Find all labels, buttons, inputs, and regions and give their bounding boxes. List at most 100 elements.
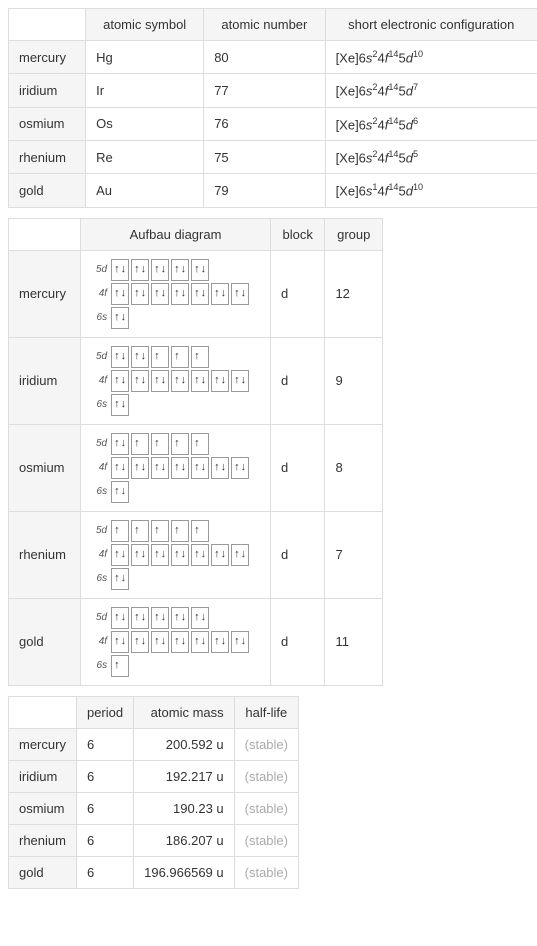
orbital-box: ↑↓ <box>191 259 209 281</box>
atomic-symbol: Au <box>86 174 204 207</box>
element-name: osmium <box>9 424 81 511</box>
half-life: (stable) <box>234 728 298 760</box>
element-name: mercury <box>9 41 86 74</box>
subshell-label: 5d <box>89 351 107 362</box>
table-header-row: atomic symbol atomic number short electr… <box>9 9 537 41</box>
group: 7 <box>325 511 383 598</box>
orbital-box: ↑ <box>111 520 129 542</box>
table-row: iridium5d↑↓↑↓↑↑↑4f↑↓↑↓↑↓↑↓↑↓↑↓↑↓6s↑↓d9 <box>9 337 383 424</box>
half-life: (stable) <box>234 792 298 824</box>
aufbau-subshell-row: 5d↑↓↑↓↑↓↑↓↑↓ <box>89 607 262 629</box>
period: 6 <box>76 856 133 888</box>
subshell-label: 6s <box>89 573 107 584</box>
orbital-box: ↑↓ <box>171 259 189 281</box>
orbital-box: ↑↓ <box>111 433 129 455</box>
aufbau-subshell-row: 4f↑↓↑↓↑↓↑↓↑↓↑↓↑↓ <box>89 370 262 392</box>
atomic-symbol: Os <box>86 107 204 140</box>
orbital-box: ↑↓ <box>111 259 129 281</box>
element-name: iridium <box>9 337 81 424</box>
orbital-box: ↑↓ <box>151 370 169 392</box>
atomic-symbol: Hg <box>86 41 204 74</box>
electron-config: [Xe]6s24f145d7 <box>325 74 537 107</box>
atomic-mass: 190.23 u <box>134 792 235 824</box>
block: d <box>270 511 324 598</box>
element-name: rhenium <box>9 511 81 598</box>
orbital-box: ↑↓ <box>131 259 149 281</box>
aufbau-diagram: 5d↑↓↑↓↑↑↑4f↑↓↑↓↑↓↑↓↑↓↑↓↑↓6s↑↓ <box>81 337 271 424</box>
orbital-box: ↑↓ <box>191 457 209 479</box>
element-name: osmium <box>9 107 86 140</box>
header-group: group <box>325 218 383 250</box>
group: 11 <box>325 598 383 685</box>
orbital-box: ↑↓ <box>151 607 169 629</box>
block: d <box>270 337 324 424</box>
subshell-label: 6s <box>89 660 107 671</box>
orbital-box: ↑ <box>171 520 189 542</box>
orbital-box: ↑↓ <box>211 631 229 653</box>
orbital-box: ↑↓ <box>131 607 149 629</box>
atomic-symbol: Re <box>86 140 204 173</box>
orbital-box: ↑↓ <box>151 457 169 479</box>
orbital-box: ↑ <box>151 520 169 542</box>
half-life: (stable) <box>234 824 298 856</box>
electron-config: [Xe]6s14f145d10 <box>325 174 537 207</box>
header-number: atomic number <box>204 9 325 41</box>
orbital-box: ↑ <box>191 520 209 542</box>
orbital-box: ↑↓ <box>131 346 149 368</box>
aufbau-subshell-row: 6s↑↓ <box>89 307 262 329</box>
table-row: gold6196.966569 u(stable) <box>9 856 299 888</box>
orbital-box: ↑ <box>171 433 189 455</box>
element-name: mercury <box>9 250 81 337</box>
orbital-box: ↑↓ <box>131 457 149 479</box>
orbital-box: ↑↓ <box>231 283 249 305</box>
orbital-box: ↑↓ <box>191 370 209 392</box>
atomic-properties-table: atomic symbol atomic number short electr… <box>8 8 537 208</box>
orbital-box: ↑ <box>131 433 149 455</box>
element-name: osmium <box>9 792 77 824</box>
table-row: osmiumOs76[Xe]6s24f145d6 <box>9 107 537 140</box>
orbital-box: ↑↓ <box>231 370 249 392</box>
aufbau-subshell-row: 5d↑↑↑↑↑ <box>89 520 262 542</box>
aufbau-subshell-row: 5d↑↓↑↓↑↑↑ <box>89 346 262 368</box>
header-empty <box>9 218 81 250</box>
element-name: rhenium <box>9 824 77 856</box>
electron-config: [Xe]6s24f145d5 <box>325 140 537 173</box>
element-name: gold <box>9 856 77 888</box>
table-row: rheniumRe75[Xe]6s24f145d5 <box>9 140 537 173</box>
subshell-label: 4f <box>89 636 107 647</box>
table-header-row: Aufbau diagram block group <box>9 218 383 250</box>
orbital-box: ↑↓ <box>111 544 129 566</box>
orbital-box: ↑↓ <box>191 283 209 305</box>
aufbau-subshell-row: 4f↑↓↑↓↑↓↑↓↑↓↑↓↑↓ <box>89 631 262 653</box>
orbital-box: ↑↓ <box>131 370 149 392</box>
group: 8 <box>325 424 383 511</box>
orbital-box: ↑↓ <box>171 370 189 392</box>
orbital-box: ↑↓ <box>131 631 149 653</box>
header-symbol: atomic symbol <box>86 9 204 41</box>
aufbau-subshell-row: 4f↑↓↑↓↑↓↑↓↑↓↑↓↑↓ <box>89 283 262 305</box>
orbital-box: ↑↓ <box>211 370 229 392</box>
orbital-box: ↑↓ <box>231 457 249 479</box>
orbital-box: ↑ <box>131 520 149 542</box>
element-name: gold <box>9 598 81 685</box>
atomic-number: 79 <box>204 174 325 207</box>
atomic-mass: 192.217 u <box>134 760 235 792</box>
header-empty <box>9 696 77 728</box>
group: 12 <box>325 250 383 337</box>
subshell-label: 6s <box>89 486 107 497</box>
orbital-box: ↑↓ <box>211 283 229 305</box>
table-row: iridium6192.217 u(stable) <box>9 760 299 792</box>
aufbau-subshell-row: 6s↑↓ <box>89 394 262 416</box>
table-row: osmium5d↑↓↑↑↑↑4f↑↓↑↓↑↓↑↓↑↓↑↓↑↓6s↑↓d8 <box>9 424 383 511</box>
orbital-box: ↑↓ <box>111 307 129 329</box>
aufbau-subshell-row: 5d↑↓↑↑↑↑ <box>89 433 262 455</box>
orbital-box: ↑ <box>191 346 209 368</box>
orbital-box: ↑↓ <box>151 544 169 566</box>
subshell-label: 5d <box>89 612 107 623</box>
orbital-box: ↑↓ <box>131 283 149 305</box>
subshell-label: 4f <box>89 549 107 560</box>
table-header-row: period atomic mass half-life <box>9 696 299 728</box>
table-row: mercuryHg80[Xe]6s24f145d10 <box>9 41 537 74</box>
atomic-number: 77 <box>204 74 325 107</box>
orbital-box: ↑↓ <box>171 457 189 479</box>
